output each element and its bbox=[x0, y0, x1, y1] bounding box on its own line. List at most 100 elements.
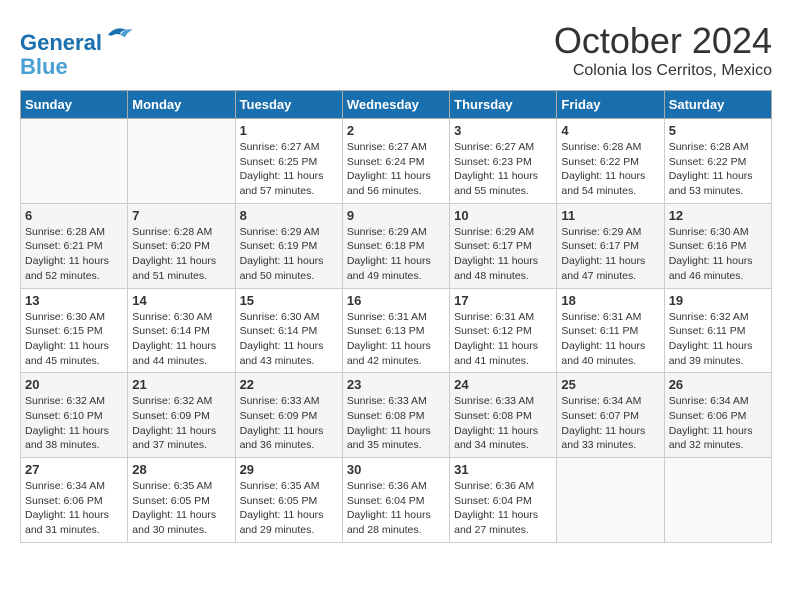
weekday-header-wednesday: Wednesday bbox=[342, 91, 449, 119]
day-number: 12 bbox=[669, 208, 767, 223]
day-number: 5 bbox=[669, 123, 767, 138]
day-info: Sunrise: 6:34 AMSunset: 6:07 PMDaylight:… bbox=[561, 394, 659, 453]
week-row-4: 20 Sunrise: 6:32 AMSunset: 6:10 PMDayligh… bbox=[21, 373, 772, 458]
weekday-header-tuesday: Tuesday bbox=[235, 91, 342, 119]
calendar-cell: 5 Sunrise: 6:28 AMSunset: 6:22 PMDaylight… bbox=[664, 119, 771, 204]
day-number: 15 bbox=[240, 293, 338, 308]
day-number: 1 bbox=[240, 123, 338, 138]
calendar-cell: 24 Sunrise: 6:33 AMSunset: 6:08 PMDayligh… bbox=[450, 373, 557, 458]
day-info: Sunrise: 6:32 AMSunset: 6:10 PMDaylight:… bbox=[25, 394, 123, 453]
day-info: Sunrise: 6:33 AMSunset: 6:09 PMDaylight:… bbox=[240, 394, 338, 453]
day-info: Sunrise: 6:28 AMSunset: 6:20 PMDaylight:… bbox=[132, 225, 230, 284]
weekday-header-saturday: Saturday bbox=[664, 91, 771, 119]
calendar-cell: 25 Sunrise: 6:34 AMSunset: 6:07 PMDayligh… bbox=[557, 373, 664, 458]
calendar-cell: 14Sunrise: 6:30 AMSunset: 6:14 PMDayligh… bbox=[128, 288, 235, 373]
day-number: 21 bbox=[132, 377, 230, 392]
calendar-cell: 19 Sunrise: 6:32 AMSunset: 6:11 PMDayligh… bbox=[664, 288, 771, 373]
calendar-cell: 11 Sunrise: 6:29 AMSunset: 6:17 PMDayligh… bbox=[557, 203, 664, 288]
calendar-cell: 23 Sunrise: 6:33 AMSunset: 6:08 PMDayligh… bbox=[342, 373, 449, 458]
calendar-cell: 4 Sunrise: 6:28 AMSunset: 6:22 PMDaylight… bbox=[557, 119, 664, 204]
calendar-cell: 12 Sunrise: 6:30 AMSunset: 6:16 PMDayligh… bbox=[664, 203, 771, 288]
day-info: Sunrise: 6:35 AMSunset: 6:05 PMDaylight:… bbox=[240, 479, 338, 538]
calendar-cell: 6Sunrise: 6:28 AMSunset: 6:21 PMDaylight… bbox=[21, 203, 128, 288]
day-info: Sunrise: 6:36 AMSunset: 6:04 PMDaylight:… bbox=[347, 479, 445, 538]
day-number: 11 bbox=[561, 208, 659, 223]
day-number: 9 bbox=[347, 208, 445, 223]
day-number: 10 bbox=[454, 208, 552, 223]
day-number: 17 bbox=[454, 293, 552, 308]
day-number: 4 bbox=[561, 123, 659, 138]
calendar-cell: 31Sunrise: 6:36 AMSunset: 6:04 PMDayligh… bbox=[450, 458, 557, 543]
day-info: Sunrise: 6:34 AMSunset: 6:06 PMDaylight:… bbox=[25, 479, 123, 538]
calendar-cell: 28 Sunrise: 6:35 AMSunset: 6:05 PMDayligh… bbox=[128, 458, 235, 543]
day-number: 16 bbox=[347, 293, 445, 308]
calendar-cell: 20 Sunrise: 6:32 AMSunset: 6:10 PMDayligh… bbox=[21, 373, 128, 458]
calendar-cell: 27 Sunrise: 6:34 AMSunset: 6:06 PMDayligh… bbox=[21, 458, 128, 543]
page-header: General Blue October 2024 Colonia los Ce… bbox=[20, 20, 772, 80]
day-info: Sunrise: 6:29 AMSunset: 6:17 PMDaylight:… bbox=[561, 225, 659, 284]
calendar-cell: 16Sunrise: 6:31 AMSunset: 6:13 PMDayligh… bbox=[342, 288, 449, 373]
day-number: 24 bbox=[454, 377, 552, 392]
calendar-cell: 26 Sunrise: 6:34 AMSunset: 6:06 PMDayligh… bbox=[664, 373, 771, 458]
day-info: Sunrise: 6:27 AMSunset: 6:24 PMDaylight:… bbox=[347, 140, 445, 199]
day-number: 18 bbox=[561, 293, 659, 308]
day-number: 8 bbox=[240, 208, 338, 223]
calendar-cell: 2 Sunrise: 6:27 AMSunset: 6:24 PMDaylight… bbox=[342, 119, 449, 204]
day-number: 25 bbox=[561, 377, 659, 392]
day-number: 19 bbox=[669, 293, 767, 308]
day-info: Sunrise: 6:35 AMSunset: 6:05 PMDaylight:… bbox=[132, 479, 230, 538]
calendar-cell: 29Sunrise: 6:35 AMSunset: 6:05 PMDayligh… bbox=[235, 458, 342, 543]
day-info: Sunrise: 6:28 AMSunset: 6:22 PMDaylight:… bbox=[669, 140, 767, 199]
day-info: Sunrise: 6:29 AMSunset: 6:17 PMDaylight:… bbox=[454, 225, 552, 284]
calendar-cell: 22 Sunrise: 6:33 AMSunset: 6:09 PMDayligh… bbox=[235, 373, 342, 458]
day-info: Sunrise: 6:30 AMSunset: 6:14 PMDaylight:… bbox=[240, 310, 338, 369]
day-number: 20 bbox=[25, 377, 123, 392]
calendar-table: SundayMondayTuesdayWednesdayThursdayFrid… bbox=[20, 90, 772, 543]
day-number: 27 bbox=[25, 462, 123, 477]
calendar-cell bbox=[557, 458, 664, 543]
day-number: 23 bbox=[347, 377, 445, 392]
day-info: Sunrise: 6:31 AMSunset: 6:11 PMDaylight:… bbox=[561, 310, 659, 369]
calendar-cell: 9 Sunrise: 6:29 AMSunset: 6:18 PMDaylight… bbox=[342, 203, 449, 288]
month-title: October 2024 bbox=[554, 20, 772, 62]
day-number: 6 bbox=[25, 208, 123, 223]
day-number: 28 bbox=[132, 462, 230, 477]
calendar-header: SundayMondayTuesdayWednesdayThursdayFrid… bbox=[21, 91, 772, 119]
calendar-cell: 7Sunrise: 6:28 AMSunset: 6:20 PMDaylight… bbox=[128, 203, 235, 288]
day-info: Sunrise: 6:36 AMSunset: 6:04 PMDaylight:… bbox=[454, 479, 552, 538]
calendar-cell bbox=[21, 119, 128, 204]
day-info: Sunrise: 6:33 AMSunset: 6:08 PMDaylight:… bbox=[454, 394, 552, 453]
day-number: 30 bbox=[347, 462, 445, 477]
day-info: Sunrise: 6:34 AMSunset: 6:06 PMDaylight:… bbox=[669, 394, 767, 453]
day-info: Sunrise: 6:31 AMSunset: 6:12 PMDaylight:… bbox=[454, 310, 552, 369]
title-block: October 2024 Colonia los Cerritos, Mexic… bbox=[554, 20, 772, 80]
weekday-header-monday: Monday bbox=[128, 91, 235, 119]
day-info: Sunrise: 6:32 AMSunset: 6:11 PMDaylight:… bbox=[669, 310, 767, 369]
calendar-cell: 18 Sunrise: 6:31 AMSunset: 6:11 PMDayligh… bbox=[557, 288, 664, 373]
day-info: Sunrise: 6:30 AMSunset: 6:15 PMDaylight:… bbox=[25, 310, 123, 369]
day-number: 2 bbox=[347, 123, 445, 138]
weekday-header-row: SundayMondayTuesdayWednesdayThursdayFrid… bbox=[21, 91, 772, 119]
calendar-cell: 21 Sunrise: 6:32 AMSunset: 6:09 PMDayligh… bbox=[128, 373, 235, 458]
calendar-cell: 10 Sunrise: 6:29 AMSunset: 6:17 PMDayligh… bbox=[450, 203, 557, 288]
day-info: Sunrise: 6:30 AMSunset: 6:16 PMDaylight:… bbox=[669, 225, 767, 284]
day-number: 14 bbox=[132, 293, 230, 308]
day-number: 26 bbox=[669, 377, 767, 392]
calendar-cell bbox=[128, 119, 235, 204]
calendar-cell: 30 Sunrise: 6:36 AMSunset: 6:04 PMDayligh… bbox=[342, 458, 449, 543]
day-info: Sunrise: 6:27 AMSunset: 6:23 PMDaylight:… bbox=[454, 140, 552, 199]
calendar-cell: 8Sunrise: 6:29 AMSunset: 6:19 PMDaylight… bbox=[235, 203, 342, 288]
week-row-5: 27 Sunrise: 6:34 AMSunset: 6:06 PMDayligh… bbox=[21, 458, 772, 543]
day-number: 13 bbox=[25, 293, 123, 308]
calendar-body: 1 Sunrise: 6:27 AMSunset: 6:25 PMDaylight… bbox=[21, 119, 772, 543]
calendar-cell: 15 Sunrise: 6:30 AMSunset: 6:14 PMDayligh… bbox=[235, 288, 342, 373]
calendar-cell: 17 Sunrise: 6:31 AMSunset: 6:12 PMDayligh… bbox=[450, 288, 557, 373]
day-info: Sunrise: 6:33 AMSunset: 6:08 PMDaylight:… bbox=[347, 394, 445, 453]
day-info: Sunrise: 6:29 AMSunset: 6:18 PMDaylight:… bbox=[347, 225, 445, 284]
day-info: Sunrise: 6:28 AMSunset: 6:22 PMDaylight:… bbox=[561, 140, 659, 199]
location: Colonia los Cerritos, Mexico bbox=[554, 62, 772, 80]
day-number: 22 bbox=[240, 377, 338, 392]
day-info: Sunrise: 6:32 AMSunset: 6:09 PMDaylight:… bbox=[132, 394, 230, 453]
logo-text: General Blue bbox=[20, 20, 134, 79]
day-info: Sunrise: 6:27 AMSunset: 6:25 PMDaylight:… bbox=[240, 140, 338, 199]
